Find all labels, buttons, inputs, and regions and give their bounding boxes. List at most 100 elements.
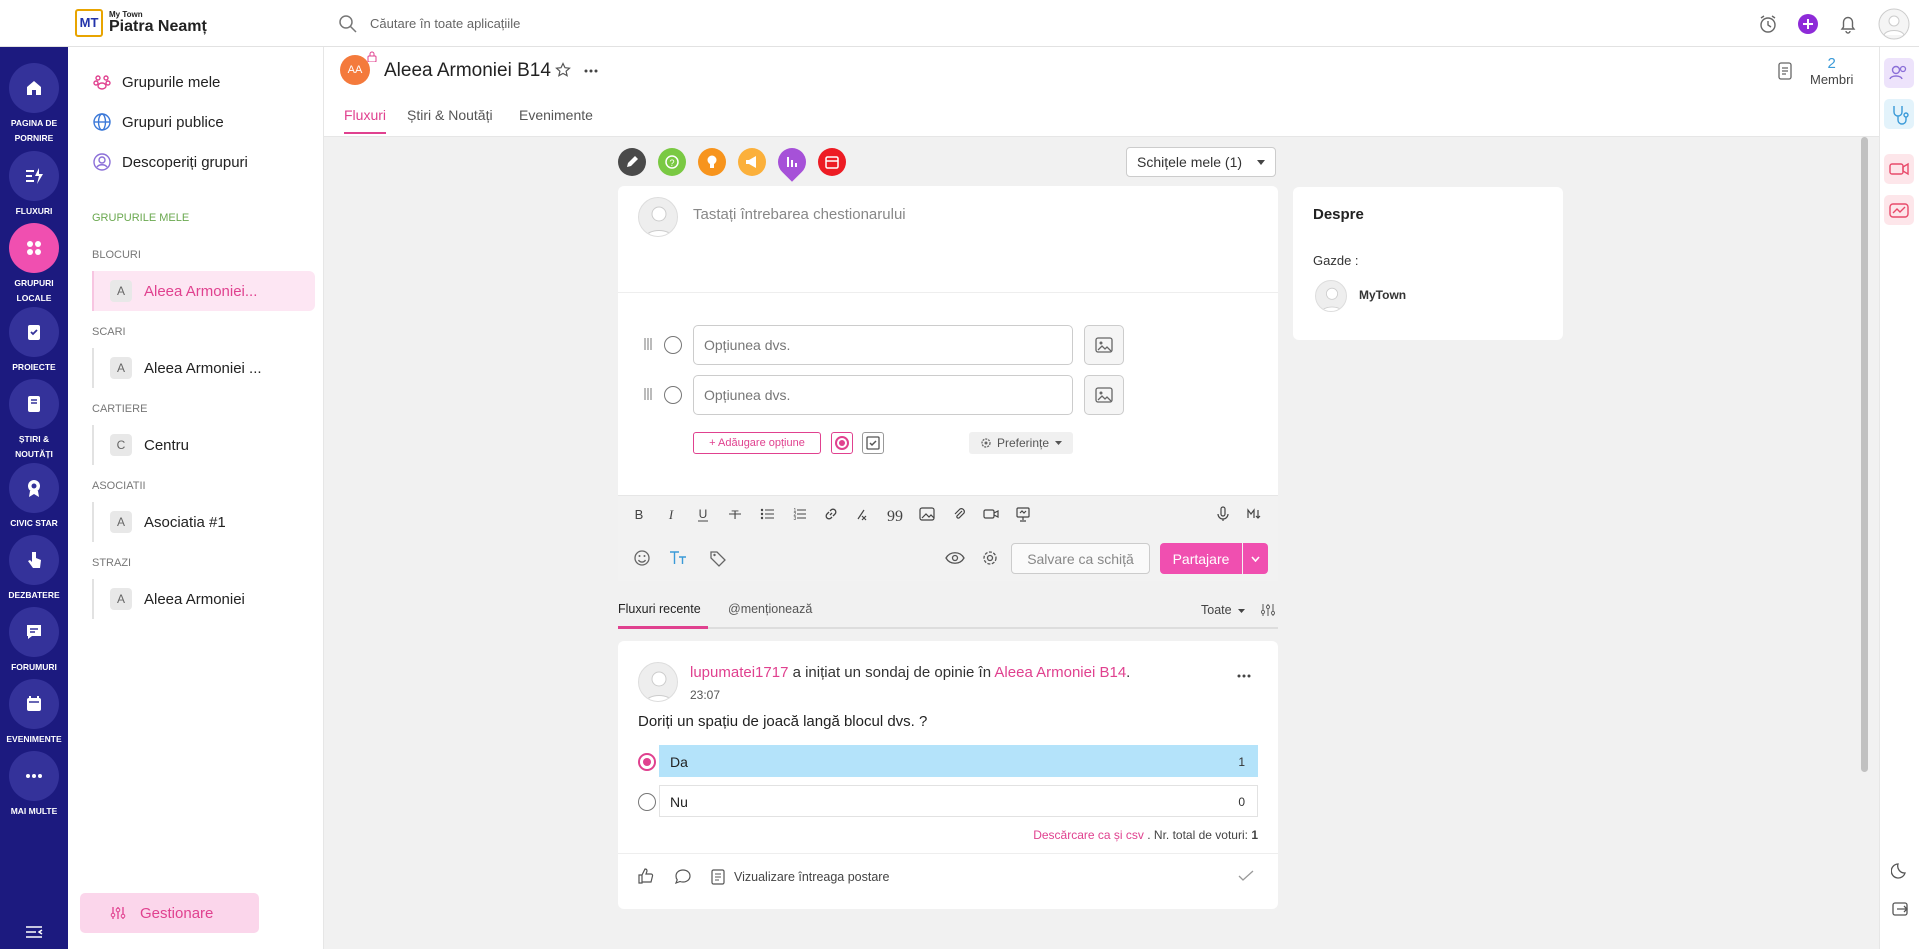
star-icon[interactable] (555, 62, 571, 78)
drag-handle-icon[interactable] (644, 388, 652, 400)
option-image-button[interactable] (1084, 375, 1124, 415)
bold-icon[interactable]: B (631, 506, 647, 522)
create-plus-icon[interactable] (1795, 11, 1821, 37)
download-csv-link[interactable]: Descărcare ca și csv (1033, 828, 1144, 842)
group-item[interactable]: C Centru (92, 425, 315, 465)
quote-icon[interactable]: 99 (887, 506, 903, 522)
single-choice-toggle[interactable] (831, 432, 853, 454)
poll-option-input[interactable]: Opțiunea dvs. (693, 375, 1073, 415)
user-avatar-icon[interactable] (1878, 8, 1910, 40)
members-count[interactable]: 2 Membri (1810, 55, 1853, 87)
scrollbar-thumb[interactable] (1861, 137, 1868, 772)
sidebar-link-discover-groups[interactable]: Descoperiți grupuri (92, 150, 248, 174)
group-item-active[interactable]: A Aleea Armoniei... (92, 271, 315, 311)
nav-news[interactable]: ȘTIRI & NOUTĂȚI (0, 379, 68, 462)
nav-projects[interactable]: PROIECTE (0, 307, 68, 375)
clear-format-icon[interactable] (855, 506, 871, 522)
feed-tab-mentions[interactable]: @menționează (728, 602, 812, 616)
nav-forums[interactable]: FORUMURI (0, 607, 68, 675)
group-item[interactable]: A Aleea Armoniei ... (92, 348, 315, 388)
tag-icon[interactable] (709, 549, 727, 567)
members-panel-icon[interactable] (1884, 58, 1914, 88)
italic-icon[interactable]: I (663, 506, 679, 522)
insert-image-icon[interactable] (919, 506, 935, 522)
share-button[interactable]: Partajare (1160, 543, 1242, 574)
poll-option-row[interactable]: Da 1 (659, 745, 1258, 777)
presentation-icon[interactable] (1015, 506, 1031, 522)
sidebar-link-my-groups[interactable]: Grupurile mele (92, 70, 220, 94)
tab-feeds[interactable]: Fluxuri (344, 107, 386, 123)
text-post-icon[interactable] (618, 148, 646, 176)
collapse-menu-icon[interactable] (25, 925, 43, 939)
video-icon[interactable] (1884, 154, 1914, 184)
host-name[interactable]: MyTown (1359, 288, 1406, 302)
question-post-icon[interactable]: ? (658, 148, 686, 176)
bullet-list-icon[interactable] (759, 506, 775, 522)
nav-feeds[interactable]: FLUXURI (0, 151, 68, 219)
poll-post-icon[interactable] (772, 142, 812, 182)
poll-option-input[interactable]: Opțiunea dvs. (693, 325, 1073, 365)
manage-button[interactable]: Gestionare (80, 893, 259, 933)
question-input[interactable]: Tastați întrebarea chestionarului (693, 206, 906, 223)
poll-option-row[interactable]: Nu 0 (659, 785, 1258, 817)
text-size-icon[interactable] (668, 549, 688, 567)
embed-video-icon[interactable] (983, 506, 999, 522)
markdown-icon[interactable] (1247, 506, 1263, 522)
nav-local-groups[interactable]: GRUPURI LOCALE (0, 223, 68, 306)
share-dropdown-button[interactable] (1243, 543, 1268, 574)
exit-panel-icon[interactable] (1891, 900, 1909, 918)
microphone-icon[interactable] (1215, 506, 1231, 522)
group-item[interactable]: A Aleea Armoniei (92, 579, 315, 619)
nav-debate[interactable]: DEZBATERE (0, 535, 68, 603)
nav-civic-star[interactable]: CIVIC STAR (0, 463, 68, 531)
tab-events[interactable]: Evenimente (519, 107, 593, 123)
drag-handle-icon[interactable] (644, 338, 652, 350)
numbered-list-icon[interactable]: 123 (791, 506, 807, 522)
filter-settings-icon[interactable] (1261, 603, 1275, 617)
host-avatar[interactable] (1315, 280, 1347, 312)
global-search[interactable]: Căutare în toate aplicațiile (338, 12, 738, 36)
like-icon[interactable] (637, 867, 655, 885)
preferences-button[interactable]: Preferințe (969, 432, 1073, 454)
emoji-icon[interactable] (633, 549, 651, 567)
nav-events[interactable]: EVENIMENTE (0, 679, 68, 747)
alarm-clock-icon[interactable] (1755, 11, 1781, 37)
app-logo[interactable]: MT My Town Piatra Neamț (75, 9, 215, 39)
feed-filter-dropdown[interactable]: Toate (1201, 603, 1246, 617)
poll-radio-selected[interactable] (638, 753, 656, 771)
underline-icon[interactable]: U (695, 506, 711, 522)
post-more-icon[interactable] (1236, 673, 1252, 679)
strikethrough-icon[interactable]: T (727, 506, 743, 522)
group-item[interactable]: A Asociatia #1 (92, 502, 315, 542)
document-icon[interactable] (1776, 61, 1794, 81)
settings-gear-icon[interactable] (981, 549, 999, 567)
post-group-link[interactable]: Aleea Armoniei B14 (994, 664, 1126, 681)
checkmark-icon[interactable] (1238, 870, 1254, 882)
nav-home[interactable]: PAGINA DE PORNIRE (0, 63, 68, 146)
bell-icon[interactable] (1835, 11, 1861, 37)
event-post-icon[interactable] (818, 148, 846, 176)
idea-post-icon[interactable] (698, 148, 726, 176)
announcement-post-icon[interactable] (738, 148, 766, 176)
option-image-button[interactable] (1084, 325, 1124, 365)
nav-more[interactable]: MAI MULTE (0, 751, 68, 819)
poll-radio[interactable] (638, 793, 656, 811)
stethoscope-icon[interactable] (1884, 99, 1914, 129)
view-full-post-link[interactable]: Vizualizare întreaga postare (734, 870, 889, 884)
multi-choice-toggle[interactable] (862, 432, 884, 454)
more-options-icon[interactable] (583, 68, 599, 74)
drafts-dropdown[interactable]: Schițele mele (1) (1126, 147, 1276, 177)
live-tv-icon[interactable] (1884, 195, 1914, 225)
post-author-link[interactable]: lupumatei1717 (690, 664, 788, 681)
sidebar-link-public-groups[interactable]: Grupuri publice (92, 110, 224, 134)
moon-icon[interactable] (1891, 861, 1909, 879)
preview-eye-icon[interactable] (945, 550, 965, 566)
tab-news[interactable]: Știri & Noutăți (407, 107, 493, 123)
add-option-button[interactable]: + Adăugare opțiune (693, 432, 821, 454)
feed-tab-recent[interactable]: Fluxuri recente (618, 602, 701, 616)
attachment-icon[interactable] (951, 506, 967, 522)
save-draft-button[interactable]: Salvare ca schiță (1011, 543, 1150, 574)
link-icon[interactable] (823, 506, 839, 522)
comment-icon[interactable] (674, 868, 692, 886)
post-author-avatar[interactable] (638, 662, 678, 702)
